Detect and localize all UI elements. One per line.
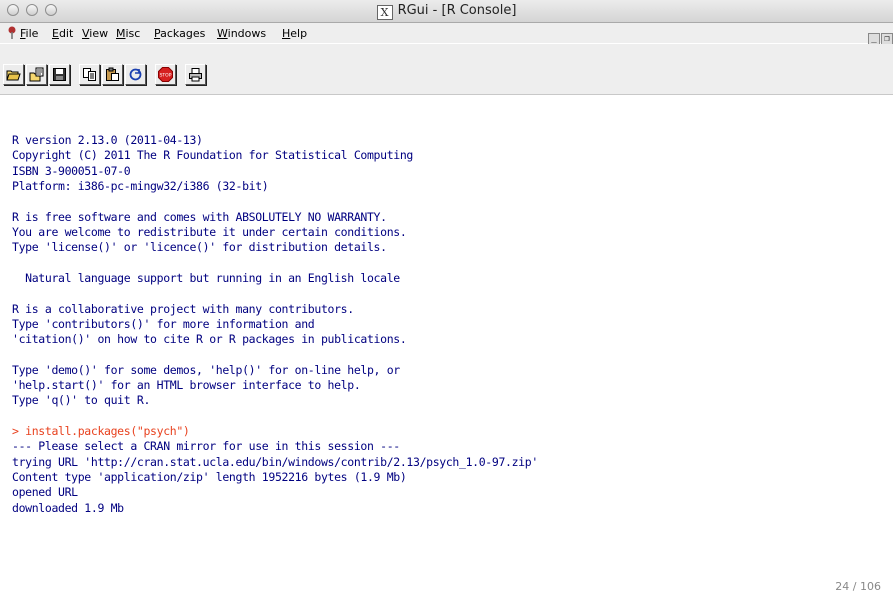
console-output-line: R is free software and comes with ABSOLU… xyxy=(12,209,387,224)
console-output-line: Copyright (C) 2011 The R Foundation for … xyxy=(12,148,413,163)
console-output-line: Type 'demo()' for some demos, 'help()' f… xyxy=(12,362,400,377)
console-output-line: You are welcome to redistribute it under… xyxy=(12,224,407,239)
title-bar: X RGui - [R Console] xyxy=(0,0,893,23)
console-output-line: --- Please select a CRAN mirror for use … xyxy=(12,439,400,454)
stop-icon[interactable]: STOP xyxy=(155,64,176,85)
menu-windows[interactable]: Windows xyxy=(217,27,266,40)
copy-icon[interactable] xyxy=(79,64,100,85)
console-output-line: R version 2.13.0 (2011-04-13) xyxy=(12,133,203,147)
stop-icon-label: STOP xyxy=(160,73,172,79)
console-output-line: 'citation()' on how to cite R or R packa… xyxy=(12,332,407,347)
copy-paste-icon[interactable] xyxy=(125,64,146,85)
menu-file[interactable]: File xyxy=(20,27,38,40)
console-output-line: 'help.start()' for an HTML browser inter… xyxy=(12,378,361,393)
console-output-line: Type 'q()' to quit R. xyxy=(12,393,151,408)
menu-bar: File Edit View Misc Packages Windows Hel… xyxy=(0,23,893,45)
menu-view[interactable]: View xyxy=(82,27,108,40)
page-number: 24 / 106 xyxy=(835,580,881,593)
console-output-line: Type 'license()' or 'licence()' for dist… xyxy=(12,240,387,255)
console-output-line: downloaded 1.9 Mb xyxy=(12,500,124,515)
x11-icon: X xyxy=(376,5,393,20)
window-title-area: X RGui - [R Console] xyxy=(0,3,893,20)
menu-packages[interactable]: Packages xyxy=(154,27,205,40)
console-output-line: Content type 'application/zip' length 19… xyxy=(12,470,407,485)
open-script-icon[interactable] xyxy=(3,64,24,85)
console-output-line: opened URL xyxy=(12,485,78,500)
console-output-line: trying URL 'http://cran.stat.ucla.edu/bi… xyxy=(12,454,538,469)
menu-misc[interactable]: Misc xyxy=(116,27,140,40)
console-output-line: R is a collaborative project with many c… xyxy=(12,301,354,316)
console-output-line: ISBN 3-900051-07-0 xyxy=(12,163,131,178)
r-app-icon xyxy=(8,26,16,39)
paste-icon[interactable] xyxy=(102,64,123,85)
menu-edit[interactable]: Edit xyxy=(52,27,73,40)
mdi-window-controls: _ ❐ xyxy=(867,26,893,45)
menu-help[interactable]: Help xyxy=(282,27,307,40)
load-workspace-icon[interactable] xyxy=(26,64,47,85)
console-output-line: Type 'contributors()' for more informati… xyxy=(12,316,315,331)
window-title: RGui - [R Console] xyxy=(397,3,517,18)
print-icon[interactable] xyxy=(185,64,206,85)
console-output-line: Platform: i386-pc-mingw32/i386 (32-bit) xyxy=(12,178,269,193)
console-output-line: Natural language support but running in … xyxy=(12,270,400,285)
save-workspace-icon[interactable] xyxy=(49,64,70,85)
toolbar: STOP xyxy=(0,44,893,95)
r-console-output[interactable]: R version 2.13.0 (2011-04-13) Copyright (… xyxy=(0,95,893,589)
console-command-line: > install.packages("psych") xyxy=(12,424,190,439)
